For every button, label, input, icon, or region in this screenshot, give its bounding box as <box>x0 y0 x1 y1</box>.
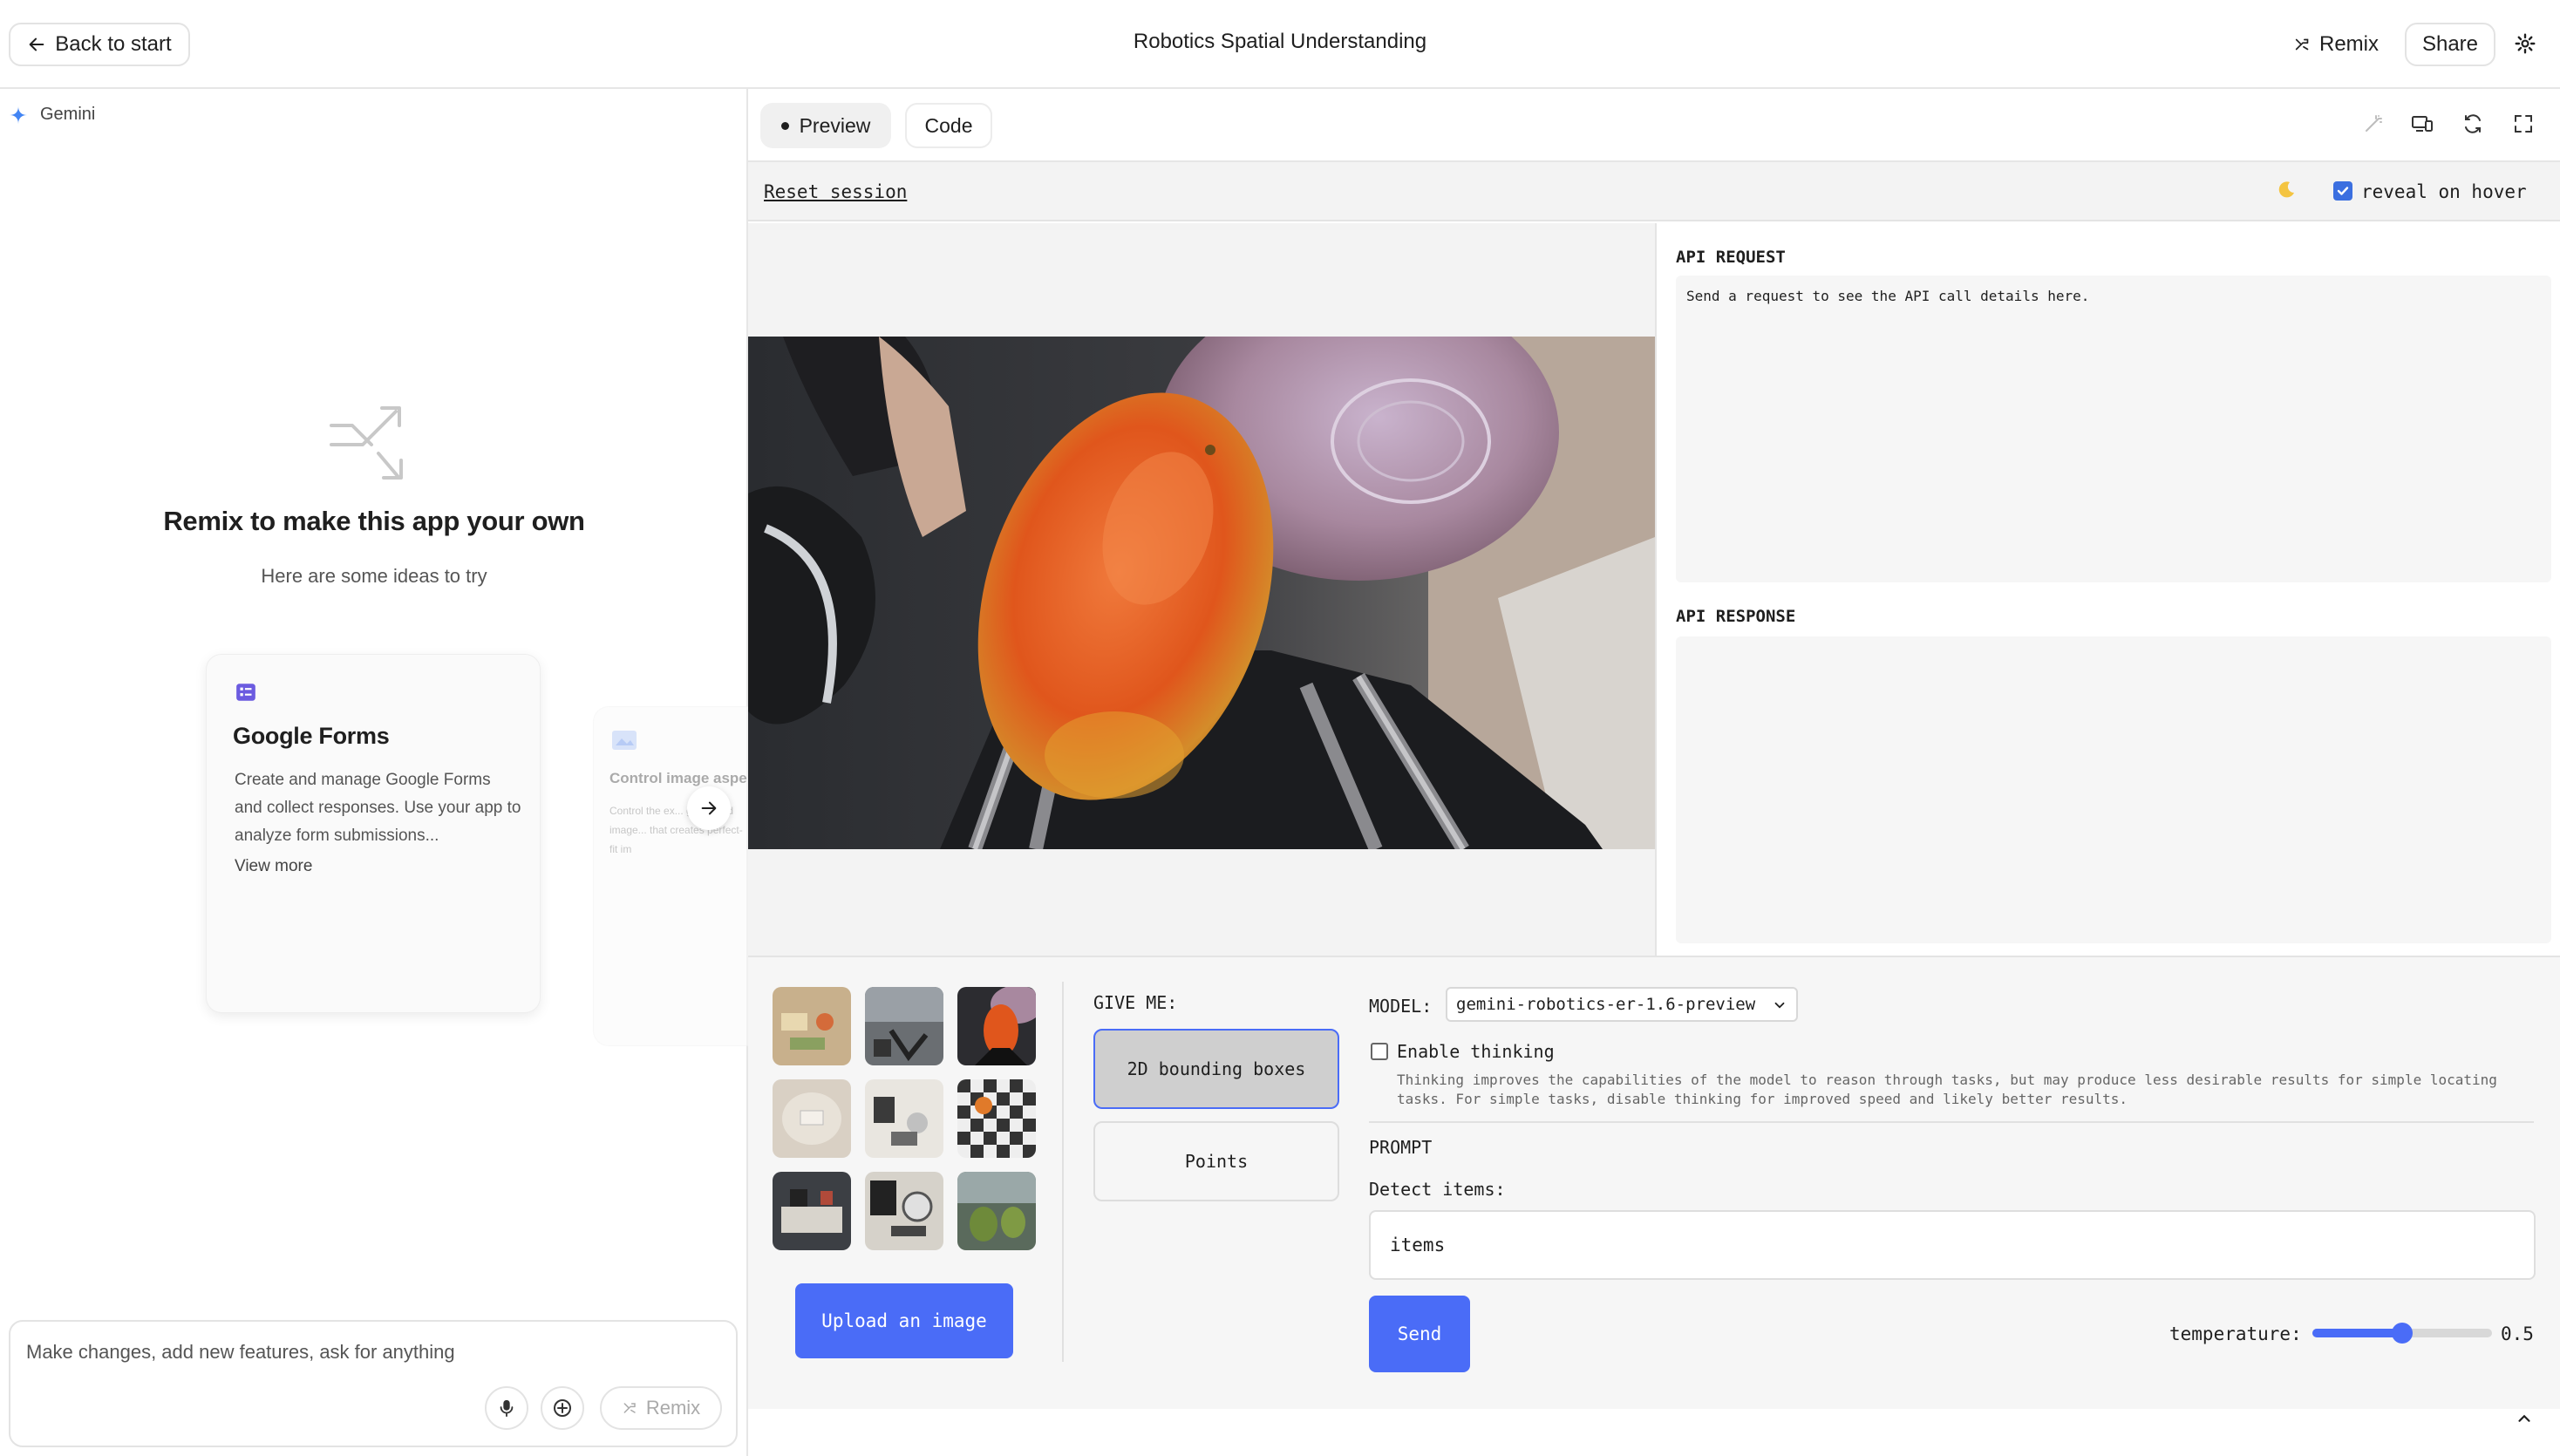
idea-card-title: Google Forms <box>233 723 390 749</box>
forms-icon <box>235 681 257 708</box>
active-dot <box>780 121 789 130</box>
fullscreen-button[interactable] <box>2504 105 2543 143</box>
share-button[interactable]: Share <box>2405 23 2495 66</box>
remix-heading: Remix to make this app your own <box>163 506 585 536</box>
example-image-thumbnail[interactable] <box>773 1079 851 1158</box>
ideas-subheading: Here are some ideas to try <box>261 565 487 587</box>
model-label: MODEL: <box>1369 996 1433 1017</box>
divider <box>1062 982 1064 1362</box>
app-title: Robotics Spatial Understanding <box>1133 30 1427 53</box>
option-points[interactable]: Points <box>1093 1121 1339 1201</box>
divider <box>1369 1121 2534 1123</box>
example-image-thumbnail[interactable] <box>865 1079 943 1158</box>
reload-button[interactable] <box>2454 105 2492 143</box>
devices-icon <box>2411 113 2434 134</box>
idea-card-description: Create and manage Google Forms and colle… <box>235 771 521 845</box>
chat-remix-label: Remix <box>645 1397 701 1419</box>
model-indicator: Gemini <box>9 105 95 125</box>
api-request-box: Send a request to see the API call detai… <box>1676 276 2551 582</box>
remix-icon <box>2293 35 2312 54</box>
back-to-start-button[interactable]: Back to start <box>9 23 190 66</box>
idea-card-title: Control image aspe <box>609 770 747 786</box>
example-image-thumbnail[interactable] <box>773 1172 851 1250</box>
remix-label: Remix <box>2319 32 2380 56</box>
option-2d-bounding-boxes[interactable]: 2D bounding boxes <box>1093 1029 1339 1109</box>
collapse-panel-button[interactable] <box>2515 1409 2534 1432</box>
controls-area: Upload an image GIVE ME: 2D bounding box… <box>748 956 2560 1409</box>
image-aspect-icon <box>611 730 637 755</box>
tab-preview-label: Preview <box>799 113 871 137</box>
chevron-down-icon <box>1772 997 1787 1013</box>
add-attachment-button[interactable] <box>541 1386 584 1430</box>
view-more-link[interactable]: View more <box>235 857 312 876</box>
prompt-title: PROMPT <box>1369 1137 1433 1158</box>
example-image-thumbnail[interactable] <box>957 987 1036 1065</box>
tab-preview[interactable]: Preview <box>760 103 891 148</box>
reset-session-button[interactable]: Reset session <box>764 181 907 202</box>
example-image-thumbnail[interactable] <box>773 987 851 1065</box>
app-frame: Reset session reveal on hover API REQUES… <box>748 160 2560 1456</box>
mic-icon <box>498 1398 515 1418</box>
model-select-value: gemini-robotics-er-1.6-preview <box>1456 995 1756 1014</box>
slider-thumb[interactable] <box>2392 1323 2413 1344</box>
temperature-value: 0.5 <box>2501 1323 2534 1344</box>
model-indicator-label: Gemini <box>40 105 96 124</box>
gear-icon <box>2514 32 2536 55</box>
image-canvas-area <box>748 223 1655 956</box>
api-request-title: API REQUEST <box>1676 248 1786 267</box>
gemini-sparkle-icon <box>9 105 28 125</box>
detect-items-input[interactable]: items <box>1369 1210 2536 1280</box>
api-response-title: API RESPONSE <box>1676 607 1796 626</box>
arrow-left-icon <box>27 35 46 54</box>
temperature-label: temperature: <box>2169 1323 2302 1344</box>
chat-input[interactable]: Make changes, add new features, ask for … <box>26 1341 455 1364</box>
scene-image[interactable] <box>748 337 1655 849</box>
tab-code[interactable]: Code <box>905 103 992 148</box>
give-me-label: GIVE ME: <box>1093 992 1178 1013</box>
chat-panel: Gemini Remix to make this app your own H… <box>0 89 748 1456</box>
api-panel: API REQUEST Send a request to see the AP… <box>1655 223 2560 956</box>
api-response-box <box>1676 636 2551 943</box>
settings-button[interactable] <box>2506 24 2544 63</box>
thinking-description: Thinking improves the capabilities of th… <box>1397 1072 2497 1107</box>
mic-button[interactable] <box>485 1386 528 1430</box>
remix-button[interactable]: Remix <box>2293 23 2389 66</box>
preview-panel: Preview Code Reset session reveal on hov… <box>748 89 2560 1456</box>
app-header: Reset session reveal on hover <box>748 162 2560 221</box>
enable-thinking-checkbox[interactable] <box>1371 1043 1388 1060</box>
wand-button[interactable] <box>2354 105 2393 143</box>
enable-thinking-label: Enable thinking <box>1397 1041 1555 1062</box>
example-image-thumbnail[interactable] <box>865 987 943 1065</box>
remix-icon <box>622 1399 639 1417</box>
arrow-right-icon <box>699 799 718 818</box>
chat-remix-button[interactable]: Remix <box>600 1386 722 1430</box>
reveal-on-hover-checkbox[interactable] <box>2333 181 2352 201</box>
moon-icon <box>2276 180 2297 201</box>
chevron-up-icon <box>2515 1409 2534 1428</box>
model-select[interactable]: gemini-robotics-er-1.6-preview <box>1446 987 1798 1022</box>
example-image-thumbnail[interactable] <box>957 1079 1036 1158</box>
idea-card-image-aspect[interactable]: Control image aspe Control the ex... gen… <box>593 706 748 1046</box>
back-to-start-label: Back to start <box>55 32 172 56</box>
top-bar: Back to start Robotics Spatial Understan… <box>0 0 2560 89</box>
reveal-on-hover-label: reveal on hover <box>2361 181 2527 202</box>
device-preview-button[interactable] <box>2403 105 2441 143</box>
refresh-icon <box>2462 113 2483 134</box>
remix-arrows-icon <box>328 399 419 491</box>
send-button[interactable]: Send <box>1369 1296 1470 1372</box>
upload-image-button[interactable]: Upload an image <box>795 1283 1013 1358</box>
plus-circle-icon <box>552 1398 573 1419</box>
api-request-text: Send a request to see the API call detai… <box>1686 288 2090 304</box>
fullscreen-icon <box>2513 113 2534 134</box>
dark-mode-toggle[interactable] <box>2276 180 2297 205</box>
wand-icon <box>2363 113 2384 134</box>
example-image-thumbnail[interactable] <box>957 1172 1036 1250</box>
next-ideas-button[interactable] <box>687 786 731 830</box>
temperature-slider[interactable] <box>2312 1323 2492 1344</box>
chat-input-box[interactable]: Make changes, add new features, ask for … <box>9 1320 738 1447</box>
detect-items-label: Detect items: <box>1369 1179 1506 1200</box>
slider-fill <box>2312 1329 2402 1337</box>
example-image-thumbnail[interactable] <box>865 1172 943 1250</box>
idea-card-google-forms[interactable]: Google Forms Create and manage Google Fo… <box>206 654 541 1013</box>
